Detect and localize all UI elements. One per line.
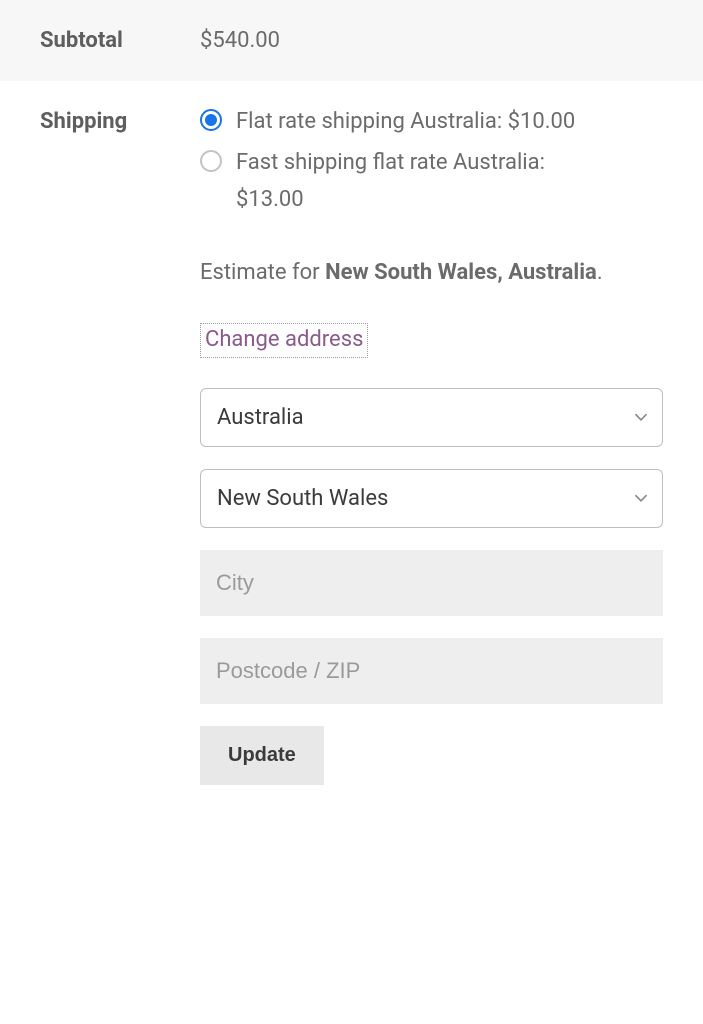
city-input[interactable] [200, 550, 663, 616]
shipping-option-label: Flat rate shipping Australia: $10.00 [236, 105, 575, 138]
shipping-option-label: Fast shipping flat rate Australia: $13.0… [236, 146, 545, 216]
state-select[interactable]: New South Wales [200, 469, 663, 528]
radio-unselected-icon[interactable] [200, 150, 222, 172]
country-select[interactable]: Australia [200, 388, 663, 447]
radio-selected-icon[interactable] [200, 109, 222, 131]
estimate-location: New South Wales, Australia [325, 260, 597, 285]
state-select-value: New South Wales [217, 486, 388, 511]
postcode-input[interactable] [200, 638, 663, 704]
shipping-option-fast-rate[interactable]: Fast shipping flat rate Australia: $13.0… [200, 146, 663, 216]
subtotal-value: $540.00 [180, 0, 703, 81]
change-address-link[interactable]: Change address [200, 323, 368, 358]
chevron-down-icon [634, 410, 648, 424]
update-button[interactable]: Update [200, 726, 324, 785]
shipping-label: Shipping [0, 81, 180, 809]
shipping-row: Shipping Flat rate shipping Australia: $… [0, 81, 703, 809]
subtotal-label: Subtotal [0, 0, 180, 81]
shipping-options: Flat rate shipping Australia: $10.00 Fas… [200, 105, 663, 216]
shipping-estimate: Estimate for New South Wales, Australia. [200, 256, 663, 289]
chevron-down-icon [634, 491, 648, 505]
shipping-option-flat-rate[interactable]: Flat rate shipping Australia: $10.00 [200, 105, 663, 138]
subtotal-row: Subtotal $540.00 [0, 0, 703, 81]
country-select-value: Australia [217, 405, 304, 430]
